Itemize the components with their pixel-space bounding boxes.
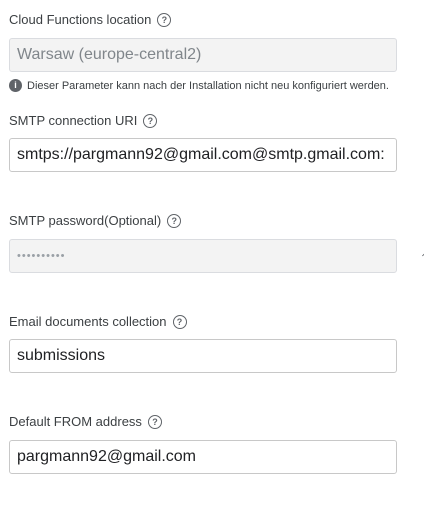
smtp-password-input[interactable] — [9, 239, 397, 273]
smtp-password-label: SMTP password(Optional) ? — [9, 213, 182, 228]
email-documents-collection-label: Email documents collection ? — [9, 314, 187, 329]
default-from-address-label-text: Default FROM address — [9, 414, 142, 429]
default-from-address-label: Default FROM address ? — [9, 414, 162, 429]
cloud-functions-location-field — [9, 38, 397, 72]
help-icon[interactable]: ? — [157, 12, 172, 27]
default-from-address-input[interactable] — [9, 440, 397, 474]
smtp-connection-uri-label: SMTP connection URI ? — [9, 113, 158, 128]
reconfigure-note: i Dieser Parameter kann nach der Install… — [9, 79, 389, 92]
email-documents-collection-input[interactable] — [9, 339, 397, 373]
smtp-connection-uri-input[interactable] — [9, 138, 397, 172]
smtp-password-label-text: SMTP password(Optional) — [9, 213, 162, 228]
cloud-functions-location-label: Cloud Functions location ? — [9, 12, 172, 27]
reconfigure-note-text: Dieser Parameter kann nach der Installat… — [27, 79, 389, 92]
help-icon[interactable]: ? — [167, 213, 182, 228]
smtp-connection-uri-label-text: SMTP connection URI — [9, 113, 138, 128]
help-icon[interactable]: ? — [172, 314, 187, 329]
info-icon: i — [9, 79, 22, 92]
email-documents-collection-label-text: Email documents collection — [9, 314, 167, 329]
help-icon[interactable]: ? — [143, 113, 158, 128]
visibility-toggle-icon[interactable]: ⌃ — [420, 253, 424, 264]
help-icon[interactable]: ? — [147, 414, 162, 429]
cloud-functions-location-label-text: Cloud Functions location — [9, 12, 152, 27]
